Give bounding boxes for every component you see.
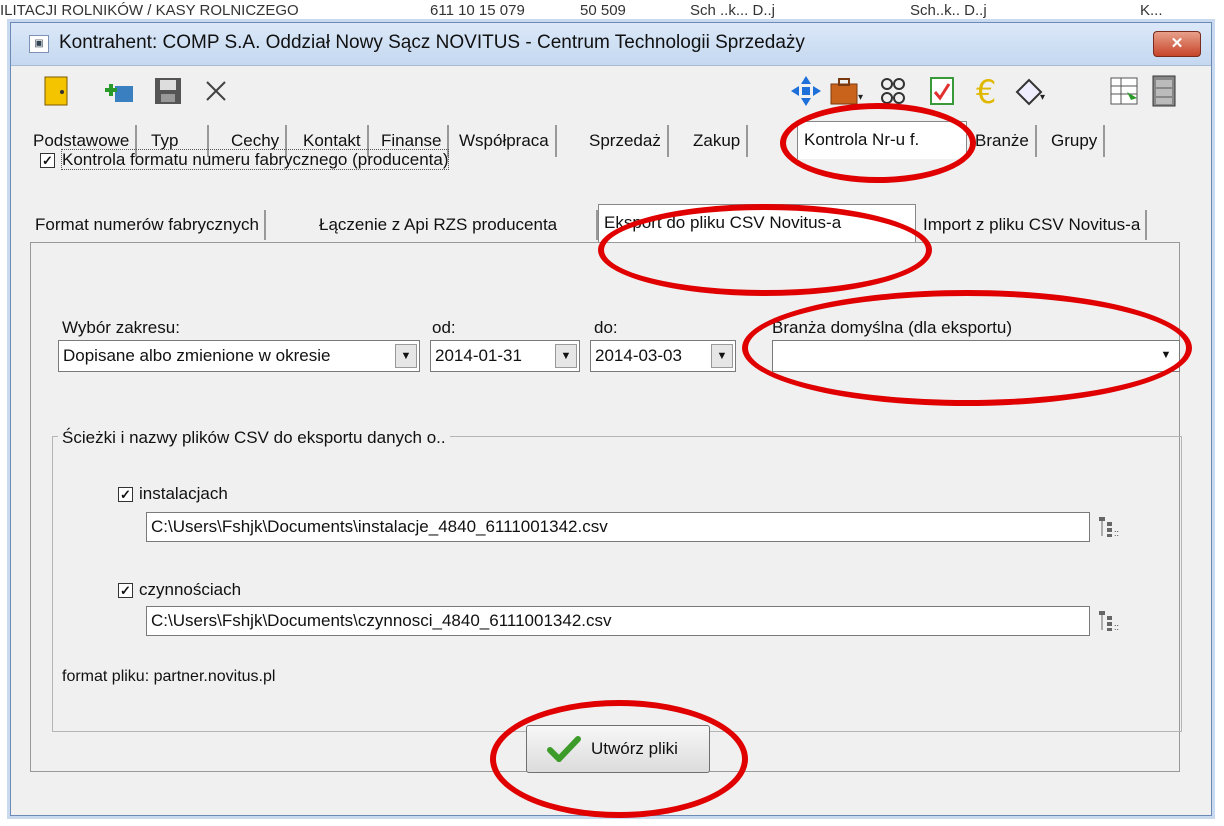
check-icon bbox=[547, 736, 581, 762]
format-checkbox[interactable]: ✓ bbox=[40, 153, 55, 169]
move-icon[interactable] bbox=[789, 74, 823, 108]
tab-branze[interactable]: Branże bbox=[969, 125, 1037, 157]
close-button[interactable]: ✕ bbox=[1153, 31, 1201, 57]
activities-check-row[interactable]: ✓ czynnościach bbox=[118, 580, 241, 600]
from-date-picker[interactable]: 2014-01-31 ▼ bbox=[430, 340, 580, 372]
bg-text-3: 50 509 bbox=[580, 2, 626, 19]
bg-text-4: Sch ..k... D..j bbox=[690, 2, 776, 19]
chevron-down-icon[interactable]: ▼ bbox=[395, 344, 417, 368]
range-select[interactable]: Dopisane albo zmienione w okresie ▼ bbox=[58, 340, 420, 372]
tab-zakup[interactable]: Zakup bbox=[687, 125, 749, 157]
activities-checkbox[interactable]: ✓ bbox=[118, 583, 133, 599]
bg-text-2: 611 10 15 079 bbox=[430, 2, 525, 19]
format-check-label: Kontrola formatu numeru fabrycznego (pro… bbox=[61, 149, 450, 170]
window-icon: ▣ bbox=[29, 35, 49, 53]
subtab-format[interactable]: Format numerów fabrycznych bbox=[30, 210, 266, 240]
chevron-down-icon[interactable]: ▼ bbox=[1155, 344, 1177, 368]
euro-icon[interactable]: € bbox=[973, 74, 1007, 108]
create-files-button[interactable]: Utwórz pliki bbox=[526, 725, 710, 773]
csv-paths-group-title: Ścieżki i nazwy plików CSV do eksportu d… bbox=[58, 428, 450, 448]
bg-text-1: ILITACJI ROLNIKÓW / KASY ROLNICZEGO bbox=[0, 2, 299, 19]
subtab-api-rzs[interactable]: Łączenie z Api RZS producenta bbox=[314, 210, 598, 240]
activities-label: czynnościach bbox=[139, 580, 242, 599]
save-icon[interactable] bbox=[151, 74, 185, 108]
to-date-picker[interactable]: 2014-03-03 ▼ bbox=[590, 340, 736, 372]
svg-text:▾: ▾ bbox=[1040, 92, 1045, 103]
chevron-down-icon[interactable]: ▼ bbox=[711, 344, 733, 368]
cabinet-icon[interactable] bbox=[1147, 74, 1181, 108]
range-select-value: Dopisane albo zmienione w okresie bbox=[63, 346, 331, 365]
branch-select[interactable]: ▼ bbox=[772, 340, 1180, 372]
branch-label: Branża domyślna (dla eksportu) bbox=[772, 318, 1013, 337]
background-app-strip: ILITACJI ROLNIKÓW / KASY ROLNICZEGO 611 … bbox=[0, 0, 1224, 22]
range-label: Wybór zakresu: bbox=[62, 318, 180, 337]
bg-text-5: Sch..k.. D..j bbox=[910, 2, 987, 19]
browse-folder-icon[interactable]: :: bbox=[1098, 516, 1124, 538]
file-format-note: format pliku: partner.novitus.pl bbox=[62, 668, 276, 685]
from-date-value: 2014-01-31 bbox=[435, 346, 522, 365]
delete-icon[interactable] bbox=[199, 74, 233, 108]
installations-checkbox[interactable]: ✓ bbox=[118, 487, 133, 503]
svg-text:▾: ▾ bbox=[858, 92, 863, 103]
format-check-row[interactable]: ✓ Kontrola formatu numeru fabrycznego (pr… bbox=[40, 149, 450, 170]
activities-path-input[interactable]: C:\Users\Fshjk\Documents\czynnosci_4840_… bbox=[146, 606, 1090, 636]
tab-wspolpraca[interactable]: Współpraca bbox=[453, 125, 557, 157]
sub-tabs: Format numerów fabrycznych Łączenie z Ap… bbox=[0, 202, 1224, 242]
installations-check-row[interactable]: ✓ instalacjach bbox=[118, 484, 228, 504]
add-icon[interactable] bbox=[103, 74, 137, 108]
checklist-icon[interactable] bbox=[925, 74, 959, 108]
svg-text:€: € bbox=[976, 74, 996, 108]
from-label: od: bbox=[432, 318, 456, 337]
browse-folder-icon[interactable]: :: bbox=[1098, 610, 1124, 632]
toolbar: ▾ € ▾ bbox=[11, 66, 1211, 114]
bg-text-6: K... bbox=[1140, 2, 1163, 19]
to-label: do: bbox=[594, 318, 618, 337]
tab-grupy[interactable]: Grupy bbox=[1045, 125, 1106, 157]
chevron-down-icon[interactable]: ▼ bbox=[555, 344, 577, 368]
tab-sprzedaz[interactable]: Sprzedaż bbox=[583, 125, 669, 157]
door-icon[interactable] bbox=[39, 74, 73, 108]
create-files-label: Utwórz pliki bbox=[591, 739, 678, 758]
to-date-value: 2014-03-03 bbox=[595, 346, 682, 365]
installations-path-input[interactable]: C:\Users\Fshjk\Documents\instalacje_4840… bbox=[146, 512, 1090, 542]
title-bar[interactable]: ▣ Kontrahent: COMP S.A. Oddział Nowy Sąc… bbox=[11, 23, 1211, 66]
briefcase-icon[interactable]: ▾ bbox=[829, 74, 863, 108]
tag-icon[interactable]: ▾ bbox=[1013, 74, 1047, 108]
table-icon[interactable] bbox=[1107, 74, 1141, 108]
svg-text:::: :: bbox=[1114, 622, 1119, 632]
tab-kontrola-nr[interactable]: Kontrola Nr-u f. bbox=[797, 121, 967, 159]
subtab-export-csv[interactable]: Eksport do pliku CSV Novitus-a bbox=[598, 204, 916, 242]
subtab-import-csv[interactable]: Import z pliku CSV Novitus-a bbox=[918, 210, 1148, 240]
svg-text:::: :: bbox=[1114, 528, 1119, 538]
window-title: Kontrahent: COMP S.A. Oddział Nowy Sącz … bbox=[59, 32, 805, 53]
people-icon[interactable] bbox=[877, 74, 911, 108]
installations-label: instalacjach bbox=[139, 484, 228, 503]
